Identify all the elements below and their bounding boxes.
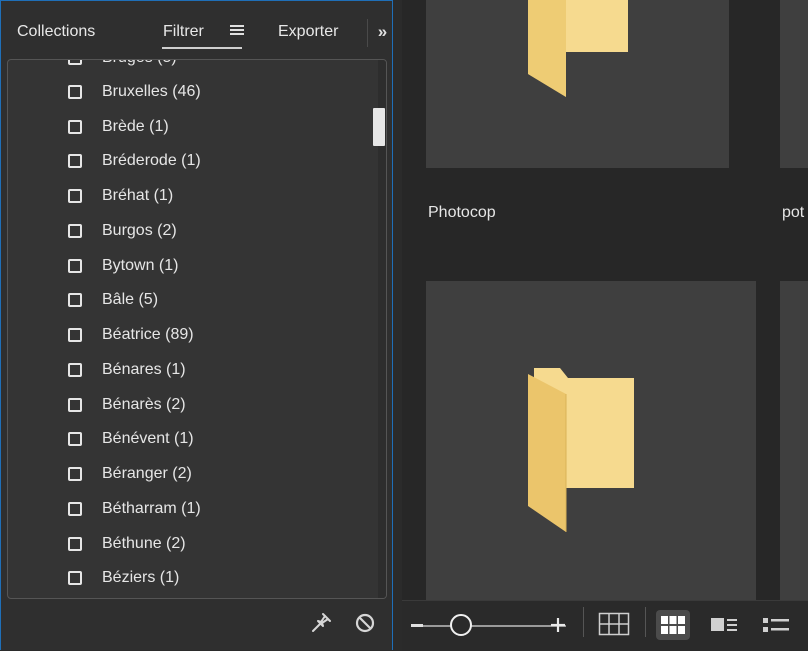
folder-name[interactable]: pot: [782, 204, 804, 222]
checkbox[interactable]: [68, 293, 82, 307]
toolbar-separator: [645, 607, 646, 637]
active-tab-indicator: [162, 47, 242, 49]
checkbox[interactable]: [68, 398, 82, 412]
list-item-label: Béziers (1): [102, 569, 180, 586]
minus-icon[interactable]: [411, 624, 423, 627]
list-view-icon: [763, 618, 789, 632]
checkbox[interactable]: [68, 502, 82, 516]
list-item-label: Bénarès (2): [102, 396, 186, 413]
list-item[interactable]: Béziers (1): [68, 566, 179, 590]
folder-thumbnail[interactable]: [780, 281, 808, 600]
panel-footer: [1, 601, 394, 651]
list-item[interactable]: Brède (1): [68, 115, 169, 139]
list-item[interactable]: Bréderode (1): [68, 149, 201, 173]
folder-name[interactable]: Photocop: [428, 204, 496, 222]
checkbox[interactable]: [68, 467, 82, 481]
large-grid-view-button[interactable]: [656, 610, 690, 640]
list-item[interactable]: Bréhat (1): [68, 184, 173, 208]
list-item[interactable]: Bétharram (1): [68, 497, 201, 521]
list-item-label: Bénares (1): [102, 361, 186, 378]
list-item[interactable]: Bénarès (2): [68, 393, 186, 417]
list-item-label: Bruxelles (46): [102, 83, 201, 100]
list-item-label: Bréhat (1): [102, 187, 174, 204]
folder-icon: [528, 0, 628, 97]
list-item-label: Bâle (5): [102, 291, 159, 308]
small-grid-icon[interactable]: [598, 612, 630, 636]
hamburger-menu-icon[interactable]: [230, 23, 244, 37]
zoom-slider-knob[interactable]: [450, 614, 472, 636]
detail-view-icon: [711, 618, 737, 631]
panel-tab-bar: Collections Filtrer Exporter »: [1, 1, 394, 51]
list-item[interactable]: Bruxelles (46): [68, 80, 201, 104]
list-item-label: Bruges (5): [102, 60, 177, 67]
list-item[interactable]: Béranger (2): [68, 462, 192, 486]
checkbox[interactable]: [68, 189, 82, 203]
checkbox[interactable]: [68, 328, 82, 342]
checkbox[interactable]: [68, 60, 82, 65]
plus-icon[interactable]: [549, 616, 567, 634]
toolbar-separator: [583, 607, 584, 637]
checkbox[interactable]: [68, 120, 82, 134]
list-item-label: Bénévent (1): [102, 430, 194, 447]
list-item-label: Bétharram (1): [102, 500, 201, 517]
list-item-label: Burgos (2): [102, 222, 177, 239]
list-item[interactable]: Bytown (1): [68, 254, 178, 278]
checkbox[interactable]: [68, 154, 82, 168]
checkbox[interactable]: [68, 571, 82, 585]
checkbox[interactable]: [68, 224, 82, 238]
list-item[interactable]: Bénévent (1): [68, 427, 194, 451]
list-item[interactable]: Béthune (2): [68, 532, 186, 556]
list-item-label: Bytown (1): [102, 257, 179, 274]
collapse-panel-button[interactable]: »: [367, 19, 394, 47]
folder-thumbnail[interactable]: [780, 0, 808, 168]
list-view-button[interactable]: [758, 610, 792, 640]
list-item-label: Béatrice (89): [102, 326, 194, 343]
content-grid: Photocop pot: [402, 0, 808, 600]
checkbox[interactable]: [68, 537, 82, 551]
list-item[interactable]: Béatrice (89): [68, 323, 194, 347]
scrollbar-thumb[interactable]: [373, 108, 385, 146]
filter-list[interactable]: Bruges (5) Bruxelles (46) Brède (1) Bréd…: [7, 59, 387, 599]
cancel-icon[interactable]: [353, 611, 377, 635]
tab-filter[interactable]: Filtrer: [163, 23, 204, 41]
checkbox[interactable]: [68, 432, 82, 446]
tab-collections[interactable]: Collections: [17, 23, 95, 41]
tab-export[interactable]: Exporter: [278, 23, 338, 41]
list-item[interactable]: Burgos (2): [68, 219, 177, 243]
list-item[interactable]: Bruges (5): [68, 60, 177, 70]
list-item[interactable]: Bâle (5): [68, 288, 158, 312]
checkbox[interactable]: [68, 85, 82, 99]
list-item[interactable]: Bénares (1): [68, 358, 186, 382]
detail-view-button[interactable]: [706, 610, 740, 640]
folder-icon: [528, 368, 634, 532]
filter-panel: Collections Filtrer Exporter » Bruges (5…: [0, 0, 393, 650]
pin-icon[interactable]: [309, 611, 333, 635]
list-item-label: Bréderode (1): [102, 152, 201, 169]
checkbox[interactable]: [68, 259, 82, 273]
zoom-slider-track[interactable]: [414, 625, 566, 627]
list-item-label: Brède (1): [102, 118, 169, 135]
list-item-label: Béranger (2): [102, 465, 192, 482]
checkbox[interactable]: [68, 363, 82, 377]
large-grid-icon: [661, 616, 685, 634]
list-item-label: Béthune (2): [102, 535, 186, 552]
